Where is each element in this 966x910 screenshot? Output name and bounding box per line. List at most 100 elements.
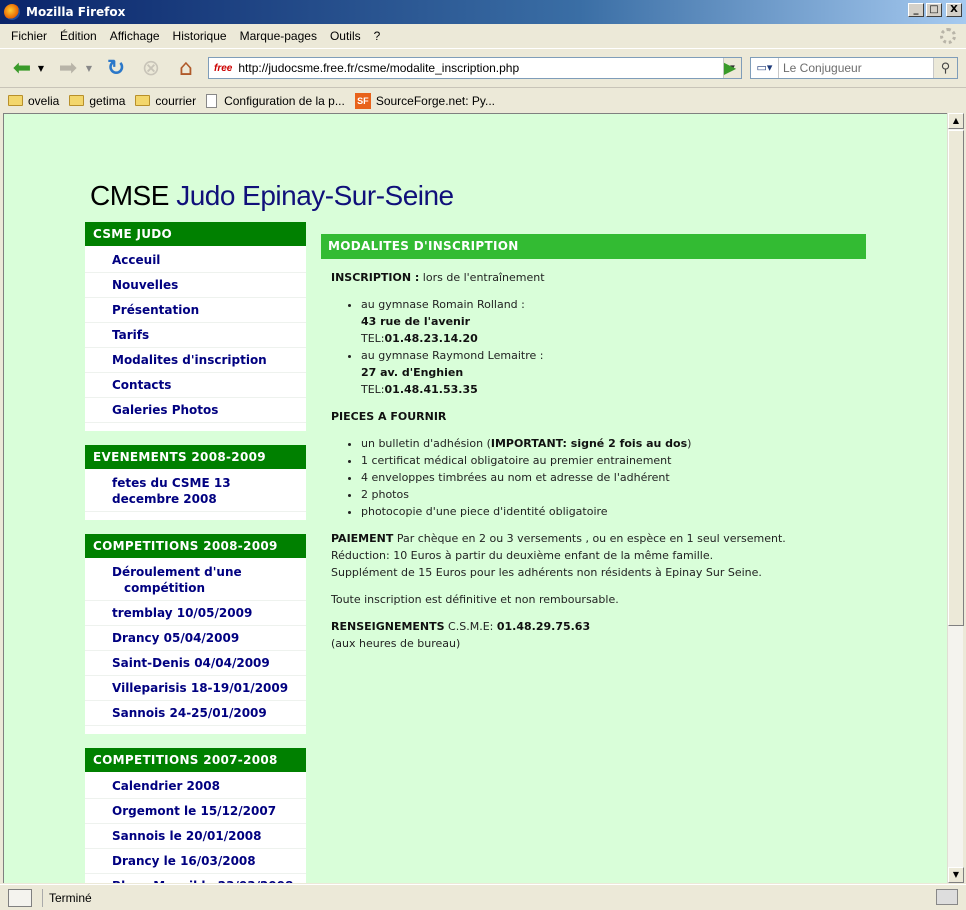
window-title: Mozilla Firefox: [26, 5, 126, 19]
vertical-scrollbar[interactable]: ▲ ▼: [947, 113, 964, 883]
scroll-down-arrow-icon[interactable]: ▼: [948, 867, 964, 883]
url-bar[interactable]: free http://judocsme.free.fr/csme/modali…: [208, 57, 742, 79]
resize-grip-icon[interactable]: [936, 889, 958, 905]
go-arrow-icon[interactable]: ▶: [720, 58, 740, 78]
status-bar: Terminé: [0, 884, 966, 910]
navigation-toolbar: ⬅ ▼ ➡ ▼ ↻ ⊗ ⌂ free http://judocsme.free.…: [0, 48, 966, 86]
sidebar-item-saint-denis[interactable]: Saint-Denis 04/04/2009: [85, 651, 306, 676]
sidebar-item-sannois-2008[interactable]: Sannois le 20/01/2008: [85, 824, 306, 849]
link-text: Déroulement d'une: [112, 565, 242, 579]
piece-text: un bulletin d'adhésion (: [361, 437, 491, 450]
gym-item: au gymnase Raymond Lemaitre : 27 av. d'E…: [361, 347, 861, 398]
forward-arrow-icon[interactable]: ➡: [54, 54, 82, 82]
menu-affichage[interactable]: Affichage: [105, 29, 168, 43]
site-favicon-icon: free: [214, 62, 233, 74]
sidebar-item-drancy[interactable]: Drancy 05/04/2009: [85, 626, 306, 651]
reload-icon[interactable]: ↻: [102, 54, 130, 82]
bookmark-sourceforge[interactable]: SF SourceForge.net: Py...: [354, 92, 495, 109]
piece-item: 2 photos: [361, 486, 861, 503]
sidebar-heading: CSME JUDO: [85, 222, 306, 246]
folder-icon: [69, 95, 85, 106]
renseignements-label: RENSEIGNEMENTS: [331, 620, 445, 633]
stop-icon[interactable]: ⊗: [137, 54, 165, 82]
firefox-icon: [4, 4, 20, 20]
maximize-button[interactable]: □: [926, 3, 942, 17]
bookmark-configuration[interactable]: Configuration de la p...: [206, 93, 345, 108]
bookmark-getima[interactable]: getima: [69, 94, 125, 108]
sidebar-item-drancy-2008[interactable]: Drancy le 16/03/2008: [85, 849, 306, 874]
site-title: CMSE Judo Epinay-Sur-Seine: [90, 180, 454, 212]
renseignements-paragraph: RENSEIGNEMENTS C.S.M.E: 01.48.29.75.63 (…: [331, 618, 861, 652]
sidebar-item-fetes[interactable]: fetes du CSME 13 decembre 2008: [85, 471, 306, 512]
url-text: http://judocsme.free.fr/csme/modalite_in…: [238, 61, 520, 75]
scroll-thumb[interactable]: [948, 130, 964, 626]
search-magnifier-icon[interactable]: ⚲: [933, 58, 957, 78]
bookmark-label: getima: [89, 93, 126, 108]
bookmark-ovelia[interactable]: ovelia: [8, 94, 59, 108]
menu-historique[interactable]: Historique: [168, 29, 235, 43]
back-arrow-icon[interactable]: ⬅: [8, 54, 36, 82]
sidebar-item-deroulement[interactable]: Déroulement d'une compétition: [85, 560, 306, 601]
throbber-icon: [940, 28, 956, 44]
main-heading: MODALITES D'INSCRIPTION: [321, 234, 866, 259]
gym-item: au gymnase Romain Rolland : 43 rue de l'…: [361, 296, 861, 347]
sidebar-item-tarifs[interactable]: Tarifs: [85, 323, 306, 348]
renseignements-text: C.S.M.E:: [444, 620, 497, 633]
paiement-text: Par chèque en 2 ou 3 versements , ou en …: [393, 532, 786, 545]
sidebar-item-blanc-mesnil[interactable]: Blanc Mesnil le 23/03/2008: [85, 874, 306, 883]
inscription-label: INSCRIPTION :: [331, 271, 420, 284]
renseignements-phone: 01.48.29.75.63: [496, 620, 591, 633]
gym-address: 27 av. d'Enghien: [361, 366, 464, 379]
sidebar-item-tremblay[interactable]: tremblay 10/05/2009: [85, 601, 306, 626]
search-bar[interactable]: ▭▾ Le Conjugueur ⚲: [750, 57, 958, 79]
page-icon: [206, 93, 218, 108]
menu-marque-pages[interactable]: Marque-pages: [235, 29, 325, 43]
sidebar-menu: fetes du CSME 13 decembre 2008: [85, 469, 306, 520]
sidebar-item-presentation[interactable]: Présentation: [85, 298, 306, 323]
home-icon[interactable]: ⌂: [172, 54, 200, 82]
piece-item: 4 enveloppes timbrées au nom et adresse …: [361, 469, 861, 486]
main-content: INSCRIPTION : lors de l'entraînement au …: [331, 269, 861, 662]
supplement-text: Supplément de 15 Euros pour les adhérent…: [331, 566, 762, 579]
scroll-up-arrow-icon[interactable]: ▲: [948, 113, 964, 129]
inscription-paragraph: INSCRIPTION : lors de l'entraînement: [331, 269, 861, 286]
piece-text: ): [687, 437, 692, 450]
back-history-dropdown-icon[interactable]: ▼: [34, 54, 48, 82]
tel-label: TEL:: [361, 383, 385, 396]
sidebar-item-contacts[interactable]: Contacts: [85, 373, 306, 398]
menu-outils[interactable]: Outils: [325, 29, 369, 43]
sidebar-gap: [85, 520, 306, 534]
menu-aide[interactable]: ?: [369, 29, 389, 43]
bookmark-label: ovelia: [28, 93, 60, 108]
status-text: Terminé: [42, 888, 912, 907]
sidebar-item-nouvelles[interactable]: Nouvelles: [85, 273, 306, 298]
definitive-text: Toute inscription est définitive et non …: [331, 593, 619, 606]
forward-history-dropdown-icon[interactable]: ▼: [82, 54, 96, 82]
sidebar-item-calendrier[interactable]: Calendrier 2008: [85, 774, 306, 799]
sidebar-gap: [85, 431, 306, 445]
gym-address: 43 rue de l'avenir: [361, 315, 471, 328]
bookmark-label: Configuration de la p...: [224, 93, 345, 108]
sidebar-item-sannois[interactable]: Sannois 24-25/01/2009: [85, 701, 306, 726]
window-controls: _ □ X: [908, 3, 962, 17]
inscription-text: lors de l'entraînement: [419, 271, 545, 284]
search-input[interactable]: Le Conjugueur: [779, 61, 933, 75]
sidebar-menu: Calendrier 2008 Orgemont le 15/12/2007 S…: [85, 772, 306, 883]
pieces-heading-text: PIECES A FOURNIR: [331, 410, 447, 423]
folder-icon: [135, 95, 151, 106]
sidebar-item-acceuil[interactable]: Acceuil: [85, 248, 306, 273]
page-content: CMSE Judo Epinay-Sur-Seine CSME JUDO Acc…: [3, 113, 947, 883]
sidebar-item-modalites[interactable]: Modalites d'inscription: [85, 348, 306, 373]
bookmark-courrier[interactable]: courrier: [135, 94, 196, 108]
tel-label: TEL:: [361, 332, 385, 345]
sidebar-item-villeparisis[interactable]: Villeparisis 18-19/01/2009: [85, 676, 306, 701]
menu-fichier[interactable]: Fichier: [6, 29, 55, 43]
search-engine-icon[interactable]: ▭▾: [751, 58, 779, 78]
menu-edition[interactable]: Édition: [55, 29, 105, 43]
sidebar-item-orgemont[interactable]: Orgemont le 15/12/2007: [85, 799, 306, 824]
sidebar-gap: [85, 734, 306, 748]
minimize-button[interactable]: _: [908, 3, 924, 17]
sidebar-item-galeries[interactable]: Galeries Photos: [85, 398, 306, 423]
close-button[interactable]: X: [946, 3, 962, 17]
window-titlebar: Mozilla Firefox _ □ X: [0, 0, 966, 24]
